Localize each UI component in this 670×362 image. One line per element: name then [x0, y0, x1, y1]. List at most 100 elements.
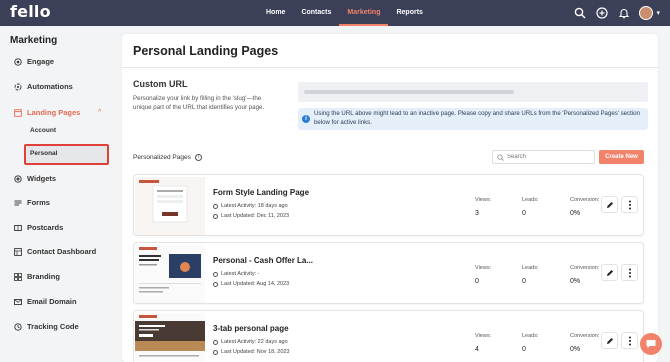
info-banner: i Using the URL above might lead to an i… [298, 108, 648, 130]
clock-icon [213, 203, 218, 209]
edit-button[interactable] [601, 332, 618, 349]
page-title: Personal Landing Pages [133, 44, 279, 58]
help-icon[interactable]: i [194, 154, 202, 161]
sidebar-item-label: Branding [27, 272, 60, 281]
sidebar-item-branding[interactable]: Branding [14, 272, 60, 281]
target-icon [14, 57, 22, 66]
conversion-value: 0% [570, 210, 581, 217]
leads-label: Leads: [522, 265, 539, 271]
calendar-icon [213, 349, 218, 355]
edit-button[interactable] [601, 196, 618, 213]
pencil-icon [606, 337, 613, 344]
sidebar-subitem-account[interactable]: Account [30, 127, 56, 134]
last-updated-text: Last Updated: Nov 18, 2023 [221, 349, 290, 355]
custom-url-description: Personalize your link by filling in the … [133, 95, 265, 111]
calendar-icon [213, 213, 218, 219]
page-name[interactable]: 3-tab personal page [213, 324, 289, 333]
info-text: Using the URL above might lead to an ina… [314, 110, 640, 126]
latest-activity: Latest Activity: 22 days ago [213, 339, 288, 345]
latest-activity: Latest Activity: - [213, 271, 260, 277]
tracking-icon [14, 322, 22, 331]
custom-url-title: Custom URL [133, 79, 188, 89]
custom-url-field[interactable] [298, 82, 648, 102]
nav-marketing[interactable]: Marketing [339, 0, 389, 26]
sidebar-item-postcards[interactable]: Postcards [14, 223, 63, 232]
page-row[interactable]: Form Style Landing Page Latest Activity:… [133, 174, 644, 236]
sidebar-item-label: Contact Dashboard [27, 247, 97, 256]
clock-icon [213, 271, 218, 277]
sidebar: Marketing Engage Automations Landing Pag… [0, 26, 118, 362]
views-value: 0 [475, 278, 479, 285]
chevron-up-icon[interactable]: ^ [98, 109, 101, 116]
calendar-icon [213, 281, 218, 287]
last-updated-text: Last Updated: Aug 14, 2023 [221, 281, 290, 287]
sidebar-item-widgets[interactable]: Widgets [14, 174, 56, 183]
leads-value: 0 [522, 210, 526, 217]
views-value: 3 [475, 210, 479, 217]
info-icon: i [302, 115, 310, 123]
leads-value: 0 [522, 278, 526, 285]
nav-reports[interactable]: Reports [388, 0, 430, 26]
chevron-down-icon[interactable]: ▾ [656, 9, 660, 17]
email-icon [14, 298, 22, 305]
create-new-button[interactable]: Create New [599, 150, 644, 164]
latest-activity-text: Latest Activity: 18 days ago [221, 203, 288, 209]
personalized-pages-title: Personalized Pages [133, 154, 191, 161]
sidebar-item-label: Tracking Code [27, 322, 79, 331]
sidebar-item-label: Automations [27, 82, 73, 91]
leads-value: 0 [522, 346, 526, 353]
page-thumbnail [135, 313, 205, 362]
dashboard-icon [14, 247, 22, 256]
sidebar-subitem-personal[interactable]: Personal [30, 150, 57, 157]
chat-widget-button[interactable] [640, 333, 662, 355]
views-label: Views: [475, 197, 492, 203]
search-input[interactable] [507, 154, 587, 160]
user-avatar[interactable] [639, 6, 654, 20]
more-vertical-icon [628, 200, 631, 209]
sidebar-item-tracking-code[interactable]: Tracking Code [14, 322, 79, 331]
leads-label: Leads: [522, 197, 539, 203]
sidebar-item-automations[interactable]: Automations [14, 82, 73, 91]
latest-activity-text: Latest Activity: 22 days ago [221, 339, 288, 345]
sidebar-title: Marketing [10, 35, 58, 46]
sidebar-item-forms[interactable]: Forms [14, 198, 50, 207]
app-logo[interactable]: fello [10, 2, 51, 21]
sidebar-item-label: Landing Pages [27, 108, 81, 117]
latest-activity-text: Latest Activity: - [221, 271, 260, 277]
sidebar-item-email-domain[interactable]: Email Domain [14, 297, 77, 306]
sidebar-item-label: Email Domain [27, 297, 77, 306]
page-name[interactable]: Personal - Cash Offer La... [213, 256, 313, 265]
leads-label: Leads: [522, 333, 539, 339]
more-vertical-icon [628, 336, 631, 345]
search-icon[interactable] [573, 6, 587, 20]
search-icon [497, 153, 504, 161]
more-options-button[interactable] [621, 332, 638, 349]
sidebar-item-label: Postcards [27, 223, 64, 232]
conversion-label: Conversion: [570, 333, 600, 339]
pencil-icon [606, 269, 613, 276]
last-updated: Last Updated: Aug 14, 2023 [213, 281, 289, 287]
branding-icon [14, 272, 22, 281]
page-name[interactable]: Form Style Landing Page [213, 188, 309, 197]
edit-button[interactable] [601, 264, 618, 281]
sidebar-item-landing-pages[interactable]: Landing Pages [14, 108, 80, 117]
more-options-button[interactable] [621, 264, 638, 281]
more-vertical-icon [628, 268, 631, 277]
landing-pages-icon [14, 108, 22, 117]
page-thumbnail [135, 177, 205, 235]
nav-contacts[interactable]: Contacts [293, 0, 339, 26]
more-options-button[interactable] [621, 196, 638, 213]
add-circle-icon[interactable] [595, 6, 609, 20]
nav-home[interactable]: Home [258, 0, 293, 26]
search-box[interactable] [492, 150, 595, 164]
conversion-label: Conversion: [570, 197, 600, 203]
page-row[interactable]: Personal - Cash Offer La... Latest Activ… [133, 242, 644, 304]
postcard-icon [14, 224, 22, 231]
sidebar-item-engage[interactable]: Engage [14, 57, 54, 66]
conversion-value: 0% [570, 278, 581, 285]
chat-icon [646, 340, 656, 348]
page-row[interactable]: 3-tab personal page Latest Activity: 22 … [133, 310, 644, 362]
sidebar-item-contact-dashboard[interactable]: Contact Dashboard [14, 247, 96, 256]
bell-icon[interactable] [617, 6, 631, 20]
top-icons: ▾ [573, 0, 660, 26]
